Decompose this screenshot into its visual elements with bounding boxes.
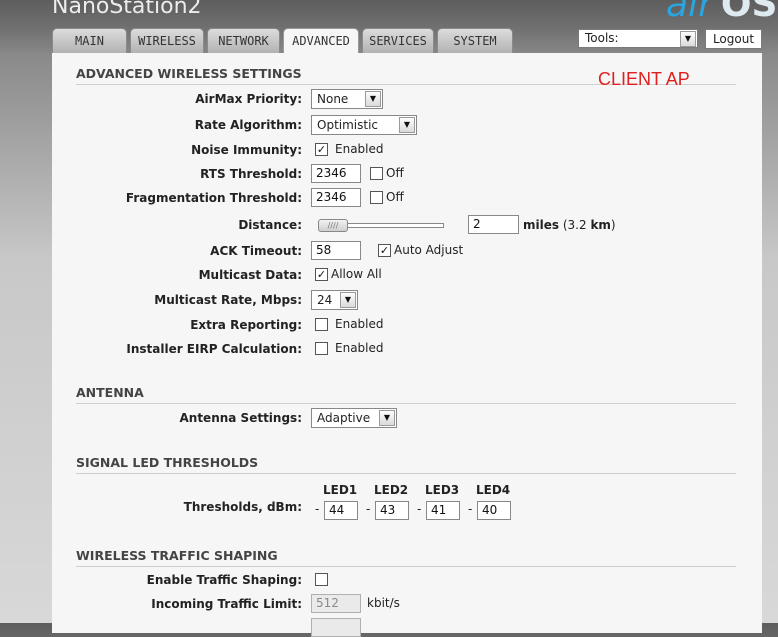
installer-eirp-checkbox[interactable] — [315, 342, 328, 355]
rts-threshold-label: RTS Threshold: — [200, 167, 302, 181]
led3-header: LED3 — [425, 483, 460, 497]
distance-km-value: 3.2 — [567, 218, 587, 232]
led2-input[interactable]: 43 — [375, 501, 409, 520]
led3-input[interactable]: 41 — [426, 501, 460, 520]
tab-services[interactable]: SERVICES — [362, 28, 434, 53]
client-ap-annotation: CLIENT AP — [598, 69, 690, 89]
noise-immunity-label: Noise Immunity: — [191, 143, 302, 157]
led1-input[interactable]: 44 — [324, 501, 358, 520]
noise-immunity-checkbox[interactable]: ✓ — [315, 143, 328, 156]
antenna-settings-select[interactable]: Adaptive ▼ — [311, 408, 397, 428]
fragmentation-threshold-input[interactable]: 2346 — [311, 188, 361, 207]
fragmentation-off-text: Off — [386, 190, 404, 204]
chevron-down-icon: ▼ — [365, 91, 381, 107]
multicast-data-label: Multicast Data: — [198, 268, 302, 282]
distance-km-unit: km — [590, 218, 611, 232]
distance-slider-handle[interactable]: //// — [318, 219, 348, 232]
led2-minus: - — [366, 502, 371, 516]
incoming-traffic-limit-input[interactable]: 512 — [311, 594, 361, 613]
settings-panel: ADVANCED WIRELESS SETTINGS CLIENT AP Air… — [52, 53, 762, 637]
extra-reporting-checkbox[interactable] — [315, 318, 328, 331]
fragmentation-off-checkbox[interactable] — [370, 191, 383, 204]
fragmentation-threshold-label: Fragmentation Threshold: — [125, 191, 302, 205]
incoming-traffic-limit-label: Incoming Traffic Limit: — [151, 597, 302, 611]
led3-minus: - — [417, 502, 422, 516]
airos-logo: air OS — [666, 0, 777, 25]
led1-minus: - — [315, 502, 320, 516]
antenna-settings-label: Antenna Settings: — [179, 411, 302, 425]
extra-reporting-text: Enabled — [335, 317, 384, 331]
installer-eirp-text: Enabled — [335, 341, 384, 355]
section-title-signal-led: SIGNAL LED THRESHOLDS — [76, 455, 736, 474]
rate-algorithm-label: Rate Algorithm: — [194, 118, 302, 132]
rate-algorithm-value: Optimistic — [317, 118, 379, 132]
ack-timeout-label: ACK Timeout: — [210, 244, 302, 258]
installer-eirp-label: Installer EIRP Calculation: — [126, 342, 302, 356]
device-name: NanoStation2 — [52, 0, 202, 19]
led4-input[interactable]: 40 — [477, 501, 511, 520]
tab-advanced[interactable]: ADVANCED — [283, 28, 359, 54]
multicast-data-checkbox[interactable]: ✓ — [315, 268, 328, 281]
multicast-rate-value: 24 — [317, 293, 333, 307]
multicast-data-text: Allow All — [331, 267, 382, 281]
tab-wireless[interactable]: WIRELESS — [130, 28, 204, 53]
enable-traffic-shaping-checkbox[interactable] — [315, 573, 328, 586]
noise-immunity-text: Enabled — [335, 142, 384, 156]
tab-network[interactable]: NETWORK — [207, 28, 280, 53]
tab-system[interactable]: SYSTEM — [437, 28, 513, 53]
chevron-down-icon: ▼ — [680, 31, 696, 47]
tools-label: Tools: — [585, 31, 619, 45]
distance-unit-text: miles (3.2 km) — [523, 218, 616, 232]
chevron-down-icon: ▼ — [399, 117, 415, 133]
tools-select[interactable]: Tools: ▼ — [578, 29, 698, 48]
airmax-priority-label: AirMax Priority: — [195, 92, 302, 106]
antenna-settings-value: Adaptive — [317, 411, 371, 425]
distance-input[interactable]: 2 — [468, 215, 519, 234]
logo-os: OS — [720, 0, 778, 25]
led4-header: LED4 — [476, 483, 511, 497]
airmax-priority-value: None — [317, 92, 349, 106]
ack-timeout-input[interactable]: 58 — [311, 241, 361, 260]
rate-algorithm-select[interactable]: Optimistic ▼ — [311, 115, 417, 135]
rts-threshold-input[interactable]: 2346 — [311, 164, 361, 183]
tab-main[interactable]: MAIN — [52, 28, 127, 53]
rts-off-checkbox[interactable] — [370, 167, 383, 180]
led1-header: LED1 — [323, 483, 358, 497]
logout-button[interactable]: Logout — [705, 29, 762, 49]
ack-auto-adjust-text: Auto Adjust — [394, 243, 464, 257]
distance-unit: miles — [523, 218, 560, 232]
multicast-rate-label: Multicast Rate, Mbps: — [154, 293, 302, 307]
section-title-traffic-shaping: WIRELESS TRAFFIC SHAPING — [76, 548, 736, 567]
rts-off-text: Off — [386, 166, 404, 180]
extra-reporting-label: Extra Reporting: — [190, 318, 302, 332]
section-title-antenna: ANTENNA — [76, 385, 736, 404]
chevron-down-icon: ▼ — [340, 292, 356, 308]
chevron-down-icon: ▼ — [379, 410, 395, 426]
airmax-priority-select[interactable]: None ▼ — [311, 89, 383, 109]
enable-traffic-shaping-label: Enable Traffic Shaping: — [146, 573, 302, 587]
incoming-traffic-limit-unit: kbit/s — [367, 596, 400, 610]
distance-label: Distance: — [238, 218, 302, 232]
led2-header: LED2 — [374, 483, 409, 497]
multicast-rate-select[interactable]: 24 ▼ — [311, 290, 358, 310]
next-field-input[interactable] — [311, 618, 361, 637]
led4-minus: - — [468, 502, 473, 516]
logo-air: air — [666, 0, 713, 25]
thresholds-label: Thresholds, dBm: — [183, 500, 302, 514]
ack-auto-adjust-checkbox[interactable]: ✓ — [378, 244, 391, 257]
